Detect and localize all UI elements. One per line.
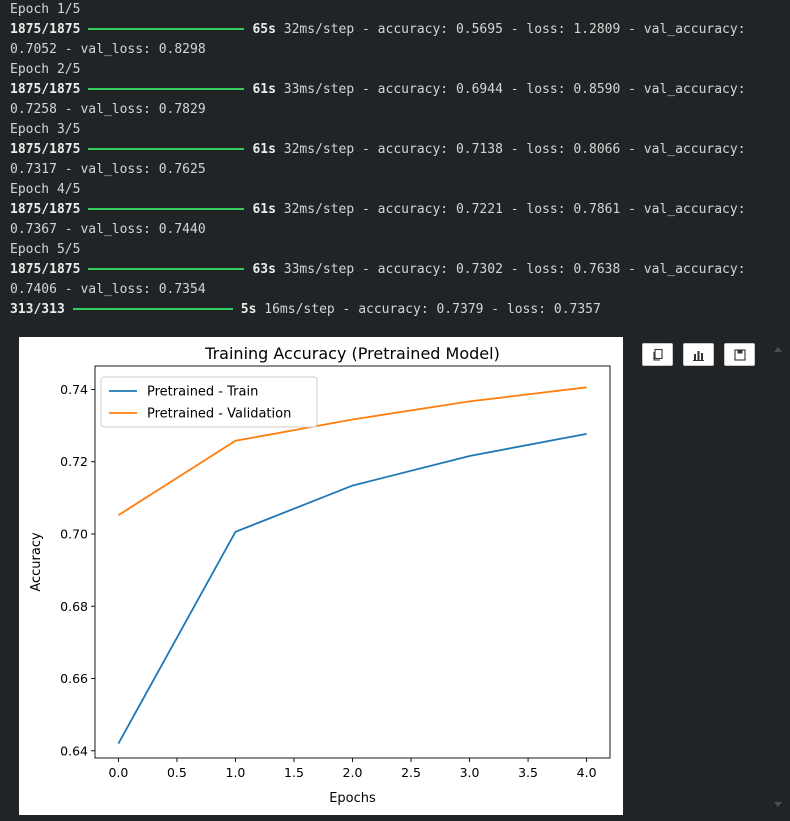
step-time: 5s — [240, 302, 257, 317]
progress-line: 313/313 5s 16ms/step - accuracy: 0.7379 -… — [10, 300, 785, 320]
progress-bar — [88, 87, 245, 90]
log-line: 0.7406 - val_loss: 0.7354 — [10, 282, 206, 297]
x-axis-label: Epochs — [329, 791, 376, 806]
x-tick-label: 0.5 — [167, 765, 187, 780]
step-count: 1875/1875 — [10, 202, 81, 217]
log-line: 0.7258 - val_loss: 0.7829 — [10, 102, 206, 117]
save-button[interactable] — [724, 343, 755, 366]
step-count: 313/313 — [10, 302, 65, 317]
copy-button[interactable] — [642, 343, 673, 366]
step-count: 1875/1875 — [10, 82, 81, 97]
progress-line: 1875/1875 61s 32ms/step - accuracy: 0.713… — [10, 140, 785, 160]
output-toolbar — [642, 343, 755, 366]
y-tick-label: 0.74 — [60, 382, 88, 397]
y-tick-label: 0.72 — [60, 454, 88, 469]
x-tick-label: 4.0 — [577, 765, 597, 780]
save-icon — [733, 348, 746, 361]
log-line: Epoch 1/5 — [10, 2, 81, 17]
progress-bar — [88, 27, 245, 30]
step-time: 65s — [252, 22, 276, 37]
log-line: Epoch 4/5 — [10, 182, 81, 197]
step-metrics: 16ms/step - accuracy: 0.7379 - loss: 0.7… — [256, 302, 601, 317]
chart-title: Training Accuracy (Pretrained Model) — [204, 344, 500, 363]
progress-line: 1875/1875 61s 32ms/step - accuracy: 0.722… — [10, 200, 785, 220]
y-tick-label: 0.68 — [60, 599, 88, 614]
progress-line: 1875/1875 63s 33ms/step - accuracy: 0.730… — [10, 260, 785, 280]
step-metrics: 32ms/step - accuracy: 0.5695 - loss: 1.2… — [275, 22, 746, 37]
scroll-up-arrow[interactable] — [774, 347, 782, 352]
y-tick-label: 0.64 — [60, 743, 88, 758]
step-count: 1875/1875 — [10, 142, 81, 157]
y-axis-label: Accuracy — [29, 532, 44, 592]
step-time: 61s — [252, 142, 276, 157]
chart-icon — [692, 350, 704, 361]
legend-label: Pretrained - Validation — [147, 407, 291, 422]
y-tick-label: 0.70 — [60, 527, 88, 542]
training-log: Epoch 1/5 1875/1875 65s 32ms/step - accura… — [10, 0, 785, 320]
step-count: 1875/1875 — [10, 262, 81, 277]
log-line: 0.7317 - val_loss: 0.7625 — [10, 162, 206, 177]
accuracy-plot: Training Accuracy (Pretrained Model) Epoc… — [19, 337, 623, 815]
x-tick-label: 2.0 — [343, 765, 363, 780]
step-count: 1875/1875 — [10, 22, 81, 37]
x-tick-label: 2.5 — [401, 765, 421, 780]
y-tick-label: 0.66 — [60, 671, 88, 686]
progress-bar — [88, 147, 245, 150]
x-tick-label: 1.5 — [284, 765, 304, 780]
step-metrics: 32ms/step - accuracy: 0.7221 - loss: 0.7… — [275, 202, 746, 217]
step-metrics: 33ms/step - accuracy: 0.6944 - loss: 0.8… — [275, 82, 746, 97]
x-tick-label: 3.5 — [518, 765, 538, 780]
log-line: Epoch 3/5 — [10, 122, 81, 137]
series-line-train — [117, 433, 587, 744]
chart-button[interactable] — [683, 343, 714, 366]
progress-line: 1875/1875 65s 32ms/step - accuracy: 0.569… — [10, 20, 785, 40]
step-time: 61s — [252, 82, 276, 97]
log-line: Epoch 5/5 — [10, 242, 81, 257]
x-tick-label: 3.0 — [460, 765, 480, 780]
copy-icon — [652, 348, 663, 361]
progress-line: 1875/1875 61s 33ms/step - accuracy: 0.694… — [10, 80, 785, 100]
accuracy-chart: Training Accuracy (Pretrained Model) Epoc… — [29, 344, 611, 806]
step-time: 63s — [252, 262, 276, 277]
step-metrics: 33ms/step - accuracy: 0.7302 - loss: 0.7… — [275, 262, 746, 277]
progress-bar — [88, 267, 245, 270]
x-tick-label: 0.0 — [108, 765, 128, 780]
progress-bar — [88, 207, 245, 210]
step-metrics: 32ms/step - accuracy: 0.7138 - loss: 0.8… — [275, 142, 746, 157]
x-tick-label: 1.0 — [226, 765, 246, 780]
log-line: 0.7367 - val_loss: 0.7440 — [10, 222, 206, 237]
log-line: 0.7052 - val_loss: 0.8298 — [10, 42, 206, 57]
step-time: 61s — [252, 202, 276, 217]
scroll-down-arrow[interactable] — [774, 802, 782, 807]
legend-label: Pretrained - Train — [147, 385, 258, 400]
log-line: Epoch 2/5 — [10, 62, 81, 77]
progress-bar — [72, 307, 233, 310]
